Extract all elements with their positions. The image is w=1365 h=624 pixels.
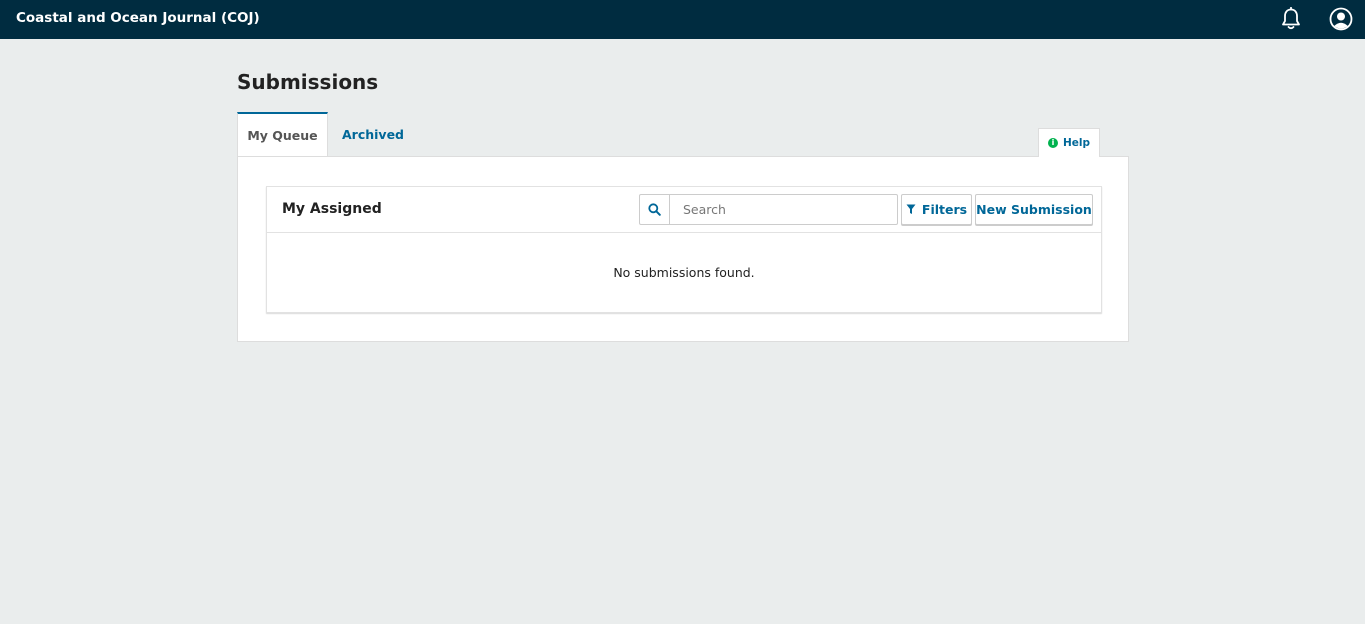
search-icon (648, 203, 661, 216)
site-title[interactable]: Coastal and Ocean Journal (COJ) (16, 9, 260, 27)
notifications-button[interactable] (1277, 5, 1305, 33)
search-input[interactable] (670, 195, 897, 224)
user-circle-icon (1329, 7, 1353, 31)
help-label: Help (1062, 137, 1091, 149)
bell-icon (1282, 7, 1300, 30)
info-icon: i (1047, 138, 1058, 148)
list-header: My Assigned Filters New Submission (267, 187, 1101, 233)
new-submission-button[interactable]: New Submission (975, 194, 1093, 225)
tab-archived[interactable]: Archived (333, 112, 413, 157)
filter-icon (906, 204, 916, 214)
top-navbar: Coastal and Ocean Journal (COJ) (0, 0, 1365, 39)
tab-my-queue[interactable]: My Queue (237, 112, 328, 157)
submissions-list-panel: My Assigned Filters New Submission No su… (266, 186, 1102, 313)
filters-label: Filters (921, 202, 968, 217)
empty-message: No submissions found. (613, 265, 755, 280)
list-title: My Assigned (282, 201, 382, 217)
filters-button[interactable]: Filters (901, 194, 972, 225)
user-menu-button[interactable] (1327, 5, 1355, 33)
search-icon-button[interactable] (640, 195, 670, 224)
help-button[interactable]: i Help (1038, 128, 1100, 157)
search-box (639, 194, 898, 225)
tab-panel: My Assigned Filters New Submission No su… (237, 156, 1129, 342)
page-title: Submissions (237, 70, 379, 94)
